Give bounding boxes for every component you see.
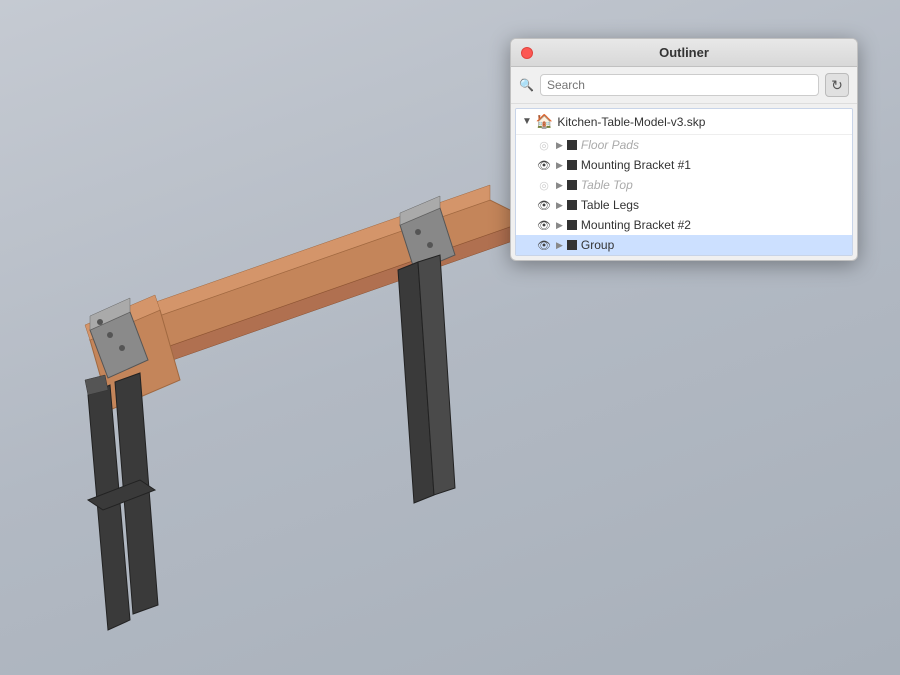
item-label-floor-pads: Floor Pads (581, 138, 639, 152)
item-label-mounting-bracket-1: Mounting Bracket #1 (581, 158, 691, 172)
visibility-icon-floor-pads: ◎ (536, 139, 552, 151)
search-row: 🔍 ↻ (511, 67, 857, 104)
visibility-icon-table-legs: 👁 (536, 199, 552, 211)
outliner-titlebar: Outliner (511, 39, 857, 67)
item-label-mounting-bracket-2: Mounting Bracket #2 (581, 218, 691, 232)
color-swatch-floor-pads (567, 140, 577, 150)
close-button[interactable] (521, 47, 533, 59)
search-icon: 🔍 (519, 78, 534, 92)
visibility-icon-mounting-bracket-2: 👁 (536, 219, 552, 231)
refresh-icon: ↻ (831, 77, 843, 94)
visibility-icon-group: 👁 (536, 239, 552, 251)
refresh-button[interactable]: ↻ (825, 73, 849, 97)
item-label-table-top: Table Top (581, 178, 633, 192)
tree-item-floor-pads[interactable]: ◎ ▶ Floor Pads (516, 135, 852, 155)
tree-item-group[interactable]: 👁 ▶ Group (516, 235, 852, 255)
color-swatch-table-legs (567, 200, 577, 210)
file-icon: 🏠 (536, 113, 553, 130)
chevron-icon-mounting-bracket-1: ▶ (556, 160, 563, 171)
outliner-title: Outliner (659, 45, 709, 60)
root-chevron-icon: ▼ (522, 116, 532, 127)
tree-item-mounting-bracket-1[interactable]: 👁 ▶ Mounting Bracket #1 (516, 155, 852, 175)
visibility-icon-mounting-bracket-1: 👁 (536, 159, 552, 171)
chevron-icon-mounting-bracket-2: ▶ (556, 220, 563, 231)
visibility-icon-table-top: ◎ (536, 179, 552, 191)
color-swatch-table-top (567, 180, 577, 190)
tree-item-table-legs[interactable]: 👁 ▶ Table Legs (516, 195, 852, 215)
chevron-icon-floor-pads: ▶ (556, 140, 563, 151)
tree-item-mounting-bracket-2[interactable]: 👁 ▶ Mounting Bracket #2 (516, 215, 852, 235)
chevron-icon-table-top: ▶ (556, 180, 563, 191)
tree-item-table-top[interactable]: ◎ ▶ Table Top (516, 175, 852, 195)
chevron-icon-table-legs: ▶ (556, 200, 563, 211)
root-label: Kitchen-Table-Model-v3.skp (557, 115, 705, 129)
item-label-table-legs: Table Legs (581, 198, 639, 212)
search-input[interactable] (540, 74, 819, 96)
item-label-group: Group (581, 238, 614, 252)
outliner-tree: ▼ 🏠 Kitchen-Table-Model-v3.skp ◎ ▶ Floor… (515, 108, 853, 256)
color-swatch-mounting-bracket-2 (567, 220, 577, 230)
chevron-icon-group: ▶ (556, 240, 563, 251)
tree-root-row[interactable]: ▼ 🏠 Kitchen-Table-Model-v3.skp (516, 109, 852, 135)
color-swatch-group (567, 240, 577, 250)
outliner-panel: Outliner 🔍 ↻ ▼ 🏠 Kitchen-Table-Model-v3.… (510, 38, 858, 261)
color-swatch-mounting-bracket-1 (567, 160, 577, 170)
